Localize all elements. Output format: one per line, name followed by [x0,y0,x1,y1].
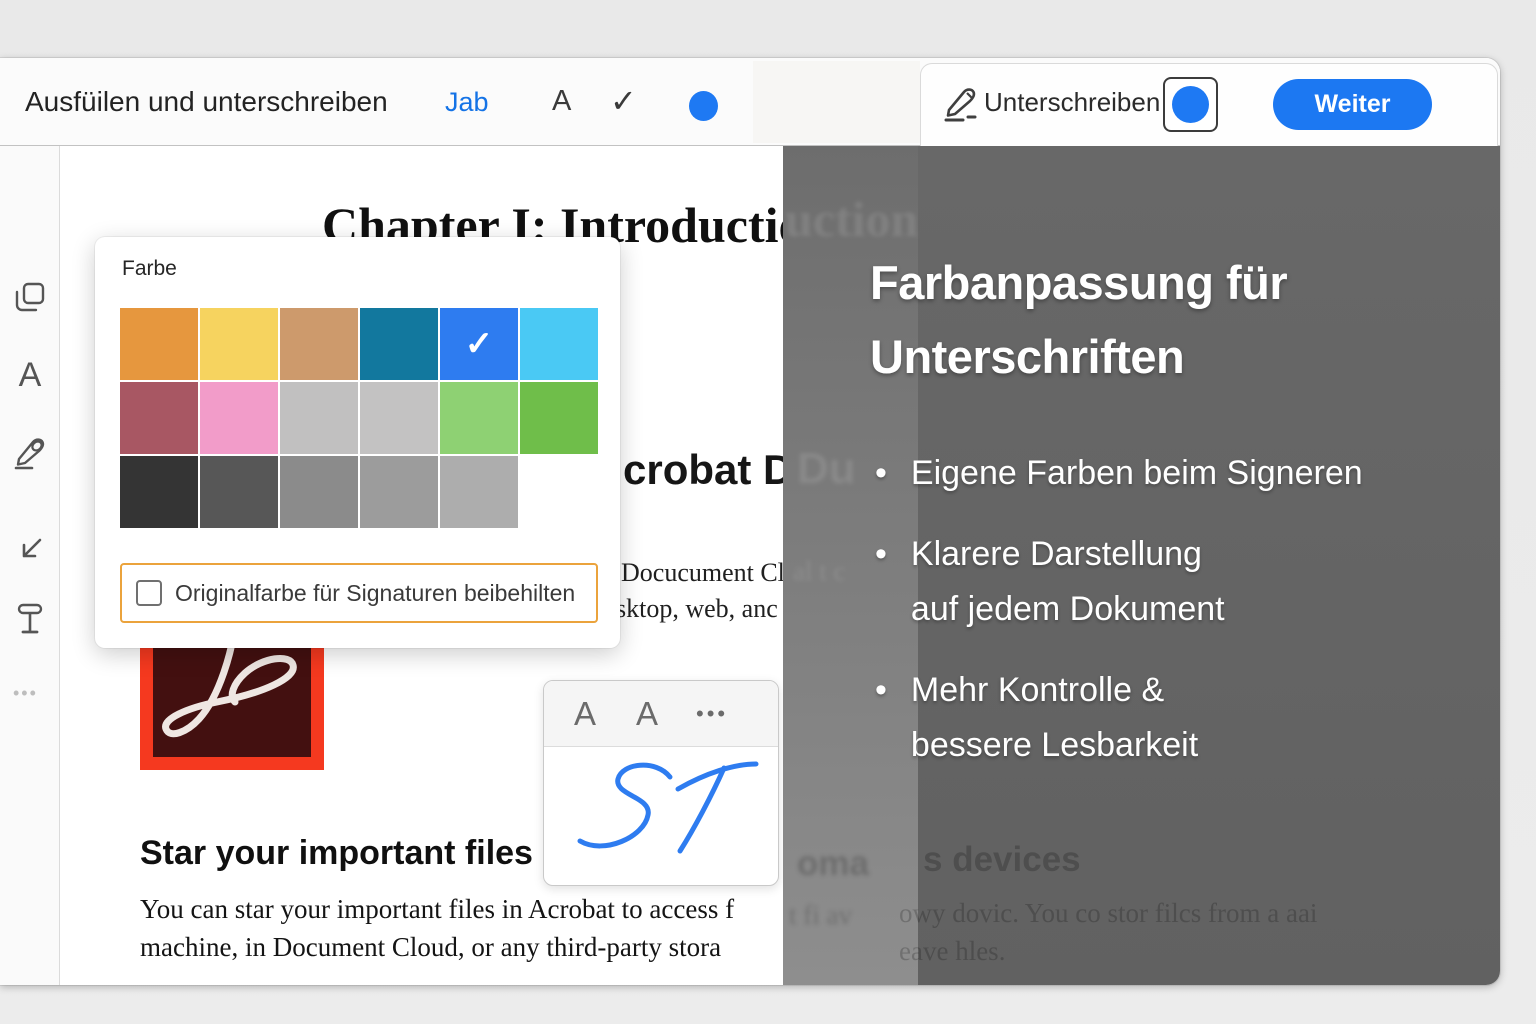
signature-color-swatch-button[interactable] [1163,77,1218,132]
screen: Chapter I: Introduction crobat D Docucum… [0,0,1536,1024]
ghost-text: oma [797,844,869,884]
color-picker-panel: Farbe ✓ Originalfarbe für Signaturen bei… [95,237,620,648]
ghost-text: eave hles. [899,936,1005,967]
pen-icon [13,435,47,471]
color-swatch[interactable] [520,382,598,454]
keep-original-color-option[interactable]: Originalfarbe für Signaturen beibehilten [120,563,598,623]
overlay-heading-line: Farbanpassung für [870,246,1287,320]
color-swatch[interactable] [440,382,518,454]
pages-icon [13,281,47,315]
bullet-text: Mehr Kontrolle &bessere Lesbarkeit [911,663,1198,773]
keep-original-color-label: Originalfarbe für Signaturen beibehilten [175,580,575,607]
sign-tool-button[interactable] [13,435,47,473]
color-swatch[interactable] [360,382,438,454]
ghost-text: owy dovic. You co stor filcs from a aai [899,898,1317,929]
ghost-text: t fi av [789,900,852,931]
share-tool-button[interactable] [13,533,47,571]
star-files-body-line: You can star your important files in Acr… [140,894,734,925]
color-swatch[interactable] [200,308,278,380]
ghost-text: Du [797,444,856,494]
color-swatch[interactable] [120,456,198,528]
color-swatch[interactable] [280,456,358,528]
overlay-bullet: • Eigene Farben beim Signeren [875,446,1455,501]
signature-canvas[interactable] [544,747,778,886]
pen-icon [941,84,979,124]
color-swatch[interactable] [280,382,358,454]
bullet-dot: • [875,527,887,637]
color-dot-button[interactable] [689,91,718,121]
ghost-text: s devices [923,840,1081,880]
sign-button-icon-wrap[interactable] [941,84,979,129]
font-size-small-button[interactable]: A [574,695,596,733]
checkmark-tool-button[interactable]: ✓ [610,58,637,146]
overlay-heading-line: Unterschriften [870,320,1287,394]
document-body-fragment: sktop, web, anc [616,594,778,624]
signature-strokes [558,749,768,879]
color-panel-title: Farbe [122,257,177,281]
keep-original-color-checkbox[interactable] [136,580,162,606]
bullet-text: Eigene Farben beim Signeren [911,446,1363,501]
signature-popup: A A ••• [543,680,779,886]
star-files-body-line: machine, in Document Cloud, or any third… [140,932,721,963]
signature-popup-toolbar: A A ••• [544,681,778,747]
more-tools-button[interactable]: ••• [13,683,47,721]
bullet-text: Klarere Darstellungauf jedem Dokument [911,527,1225,637]
text-tool-icon: A [19,356,42,394]
more-options-icon[interactable]: ••• [696,701,728,727]
color-swatch[interactable] [120,308,198,380]
overlay-heading: Farbanpassung für Unterschriften [870,246,1287,394]
document-body-fragment: Docucument Cl [621,558,783,588]
color-swatch[interactable] [120,382,198,454]
tutorial-overlay: uction Du al t c oma s devices owy dovic. You… [783,146,1500,985]
color-swatch[interactable] [200,456,278,528]
add-text-style-button[interactable]: Jab [445,58,489,146]
ghost-text: al t c [793,556,845,587]
pages-tool-button[interactable] [13,281,47,319]
overlay-bullet: •Mehr Kontrolle &bessere Lesbarkeit [875,663,1455,773]
color-swatch[interactable] [440,456,518,528]
font-size-large-button[interactable]: A [636,695,658,733]
bullet-dot: • [875,663,887,773]
overlay-bullet: •Klarere Darstellungauf jedem Dokument [875,527,1455,637]
arrow-down-left-icon [13,533,47,567]
toolbar-mid-shade [753,61,920,143]
color-swatch-grid: ✓ [120,308,600,528]
bullet-dot: • [875,446,887,501]
acrobat-window: Chapter I: Introduction crobat D Docucum… [0,58,1500,985]
overlay-bullets: •Eigene Farben beim Signeren•Klarere Dar… [875,446,1455,799]
color-swatch[interactable] [520,308,598,380]
selected-check-icon: ✓ [440,308,518,380]
top-toolbar: Ausfüilen und unterschreiben Jab A ✓ Unt… [0,58,1500,146]
more-tools-icon: ••• [13,683,38,703]
text-cursor-tool-button[interactable] [13,601,47,639]
tools-sidebar: A ••• [0,146,60,985]
ghost-text: uction [785,190,918,248]
text-cursor-icon [13,601,47,637]
text-tool-button[interactable]: A [13,356,47,394]
document-subheading-fragment: crobat D [623,446,783,494]
weiter-button[interactable]: Weiter [1273,79,1432,130]
mode-title: Ausfüilen und unterschreiben [25,58,388,146]
color-swatch[interactable]: ✓ [440,308,518,380]
color-swatch[interactable] [360,456,438,528]
star-files-heading: Star your important files [140,834,533,873]
unterschreiben-button[interactable]: Unterschreiben [984,58,1160,146]
current-color-dot [1172,86,1209,123]
color-swatch[interactable] [280,308,358,380]
text-size-button[interactable]: A [552,58,571,146]
color-swatch[interactable] [360,308,438,380]
color-swatch[interactable] [200,382,278,454]
